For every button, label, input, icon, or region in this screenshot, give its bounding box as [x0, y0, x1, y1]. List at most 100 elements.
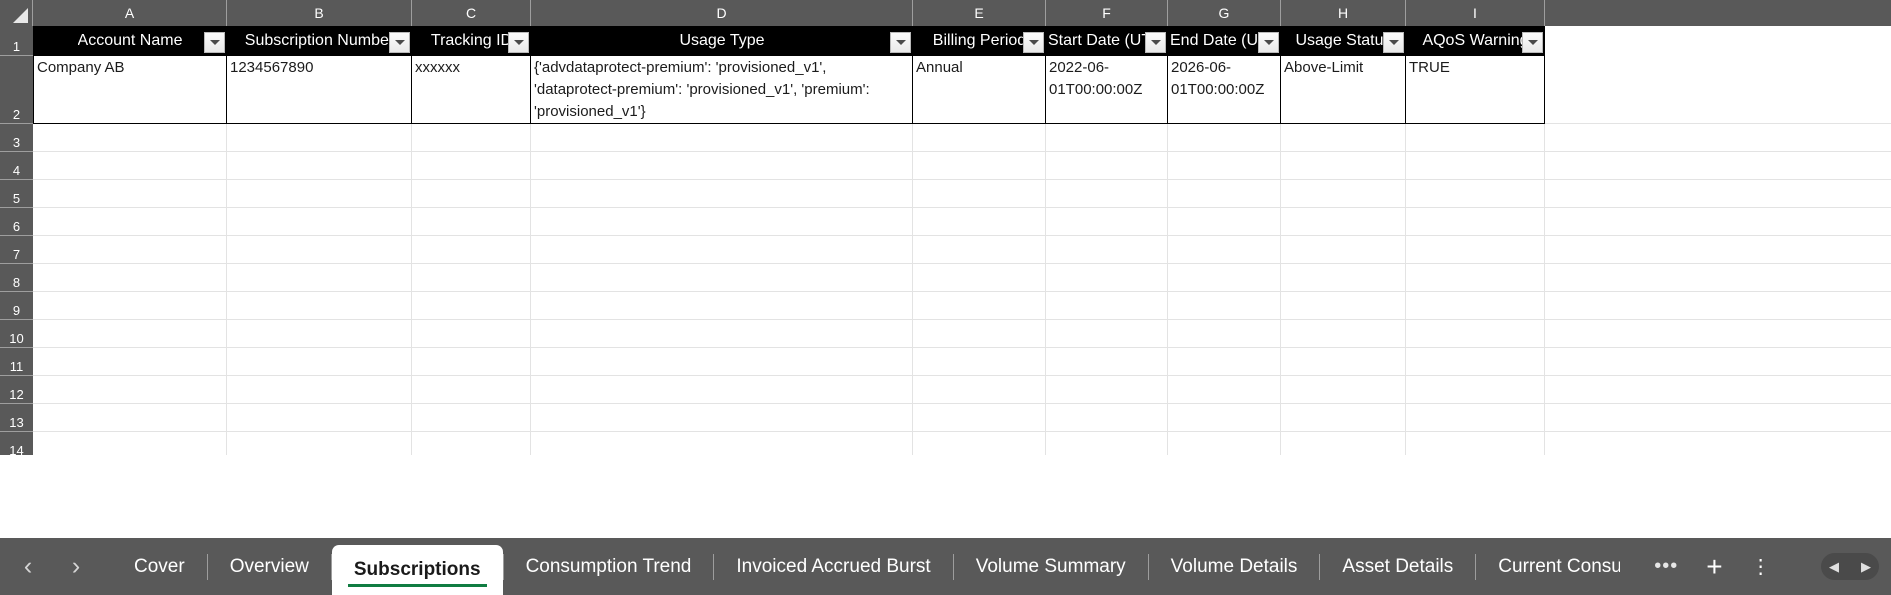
table-row[interactable]: Company AB1234567890xxxxxx{'advdataprote… [33, 56, 1891, 124]
sheet-tab-subscriptions[interactable]: Subscriptions [332, 545, 503, 595]
filter-dropdown-h[interactable] [1383, 32, 1404, 53]
empty-cell[interactable] [1406, 320, 1545, 348]
empty-cell[interactable] [33, 152, 227, 180]
cell-c2[interactable]: xxxxxx [412, 56, 531, 124]
column-header-e[interactable]: E [913, 0, 1046, 26]
empty-cell[interactable] [227, 264, 412, 292]
empty-cell[interactable] [1168, 236, 1281, 264]
empty-cell[interactable] [1168, 376, 1281, 404]
empty-cell[interactable] [1168, 432, 1281, 455]
empty-cell[interactable] [1046, 404, 1168, 432]
empty-cell[interactable] [1046, 432, 1168, 455]
empty-row[interactable] [33, 292, 1891, 320]
empty-cell[interactable] [1281, 264, 1406, 292]
tab-overflow-icon[interactable]: ••• [1642, 555, 1690, 578]
empty-cell[interactable] [1168, 264, 1281, 292]
empty-cell[interactable] [412, 124, 531, 152]
column-header-i[interactable]: I [1406, 0, 1545, 26]
empty-row[interactable] [33, 152, 1891, 180]
empty-cell[interactable] [412, 208, 531, 236]
empty-cell[interactable] [33, 432, 227, 455]
empty-cell[interactable] [227, 236, 412, 264]
empty-cell[interactable] [1406, 376, 1545, 404]
column-header-g[interactable]: G [1168, 0, 1281, 26]
row-header-3[interactable]: 3 [0, 124, 33, 152]
filter-dropdown-i[interactable] [1522, 32, 1543, 53]
empty-cell[interactable] [412, 320, 531, 348]
filter-dropdown-d[interactable] [890, 32, 911, 53]
row-header-13[interactable]: 13 [0, 404, 33, 432]
row-header-8[interactable]: 8 [0, 264, 33, 292]
sheet-tab-volume-summary[interactable]: Volume Summary [954, 538, 1148, 595]
row-header-4[interactable]: 4 [0, 152, 33, 180]
empty-cell[interactable] [1281, 180, 1406, 208]
empty-cell[interactable] [531, 264, 913, 292]
empty-cell[interactable] [1281, 404, 1406, 432]
empty-row[interactable] [33, 124, 1891, 152]
cells-region[interactable]: Account NameSubscription NumberTracking … [33, 26, 1891, 455]
empty-cell[interactable] [1168, 348, 1281, 376]
empty-cell[interactable] [1168, 292, 1281, 320]
empty-cell[interactable] [227, 348, 412, 376]
empty-cell[interactable] [227, 292, 412, 320]
empty-cell[interactable] [1406, 348, 1545, 376]
cell-h2[interactable]: Above-Limit [1281, 56, 1406, 124]
filter-dropdown-g[interactable] [1258, 32, 1279, 53]
empty-cell[interactable] [33, 376, 227, 404]
empty-row[interactable] [33, 404, 1891, 432]
empty-cell[interactable] [227, 124, 412, 152]
scroll-right-icon[interactable]: ▶ [1861, 560, 1871, 573]
empty-row[interactable] [33, 180, 1891, 208]
empty-cell[interactable] [33, 404, 227, 432]
cell-f2[interactable]: 2022-06-01T00:00:00Z [1046, 56, 1168, 124]
empty-cell[interactable] [1406, 404, 1545, 432]
sheet-tab-asset-details[interactable]: Asset Details [1320, 538, 1475, 595]
empty-row[interactable] [33, 264, 1891, 292]
row-header-6[interactable]: 6 [0, 208, 33, 236]
empty-cell[interactable] [227, 208, 412, 236]
empty-cell[interactable] [1406, 236, 1545, 264]
sheet-tab-current-consumption[interactable]: Current Consumption [1476, 538, 1642, 595]
row-header-12[interactable]: 12 [0, 376, 33, 404]
empty-cell[interactable] [531, 376, 913, 404]
empty-cell[interactable] [1406, 152, 1545, 180]
empty-cell[interactable] [531, 152, 913, 180]
empty-cell[interactable] [227, 320, 412, 348]
empty-cell[interactable] [1046, 264, 1168, 292]
select-all-corner[interactable] [0, 0, 33, 26]
empty-cell[interactable] [227, 432, 412, 455]
empty-cell[interactable] [1406, 124, 1545, 152]
empty-cell[interactable] [412, 152, 531, 180]
column-header-a[interactable]: A [33, 0, 227, 26]
empty-cell[interactable] [1406, 208, 1545, 236]
filter-dropdown-f[interactable] [1145, 32, 1166, 53]
empty-cell[interactable] [412, 236, 531, 264]
empty-cell[interactable] [913, 208, 1046, 236]
sheet-tab-cover[interactable]: Cover [112, 538, 207, 595]
row-header-2[interactable]: 2 [0, 56, 33, 124]
empty-cell[interactable] [1281, 320, 1406, 348]
empty-cell[interactable] [33, 348, 227, 376]
sheet-tab-volume-details[interactable]: Volume Details [1149, 538, 1320, 595]
empty-cell[interactable] [531, 180, 913, 208]
cell-g2[interactable]: 2026-06-01T00:00:00Z [1168, 56, 1281, 124]
filter-dropdown-a[interactable] [204, 32, 225, 53]
empty-cell[interactable] [1281, 376, 1406, 404]
empty-cell[interactable] [1281, 236, 1406, 264]
previous-sheet-button[interactable]: ‹ [4, 538, 52, 595]
empty-cell[interactable] [227, 180, 412, 208]
row-header-5[interactable]: 5 [0, 180, 33, 208]
empty-cell[interactable] [1406, 180, 1545, 208]
empty-cell[interactable] [412, 180, 531, 208]
empty-row[interactable] [33, 320, 1891, 348]
row-header-9[interactable]: 9 [0, 292, 33, 320]
empty-cell[interactable] [531, 348, 913, 376]
empty-row[interactable] [33, 348, 1891, 376]
empty-cell[interactable] [1046, 376, 1168, 404]
sheet-tab-overview[interactable]: Overview [208, 538, 331, 595]
empty-cell[interactable] [412, 264, 531, 292]
empty-cell[interactable] [531, 404, 913, 432]
empty-cell[interactable] [1281, 292, 1406, 320]
empty-cell[interactable] [1281, 432, 1406, 455]
empty-cell[interactable] [33, 180, 227, 208]
